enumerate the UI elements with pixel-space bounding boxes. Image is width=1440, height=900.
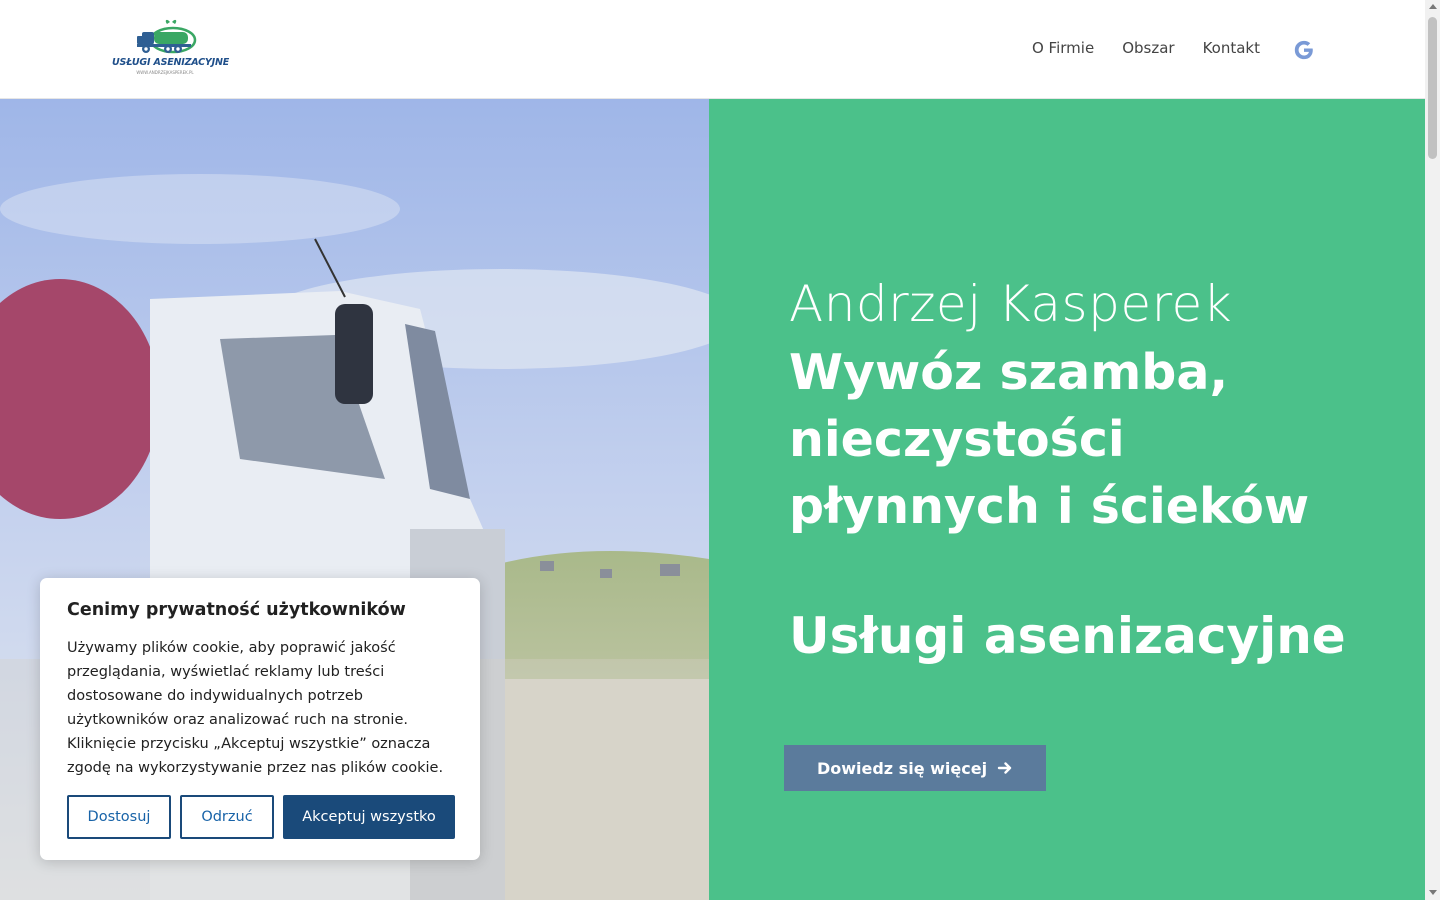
learn-more-label: Dowiedz się więcej <box>816 758 988 778</box>
reject-button[interactable]: Odrzuć <box>180 795 274 839</box>
arrow-right-icon <box>997 762 1012 774</box>
cookie-title: Cenimy prywatność użytkowników <box>67 600 406 620</box>
site-logo[interactable]: USŁUGI ASENIZACYJNE WWW.ANDRZEJKASPEREK.… <box>112 18 229 78</box>
hero-panel: Andrzej Kasperek Wywóz szamba, nieczysto… <box>709 99 1425 900</box>
nav-item-o-firmie[interactable]: O Firmie <box>1032 39 1094 57</box>
customize-button[interactable]: Dostosuj <box>67 795 171 839</box>
hero-subtitle: Usługi asenizacyjne <box>789 607 1346 665</box>
scroll-up-icon[interactable] <box>1429 4 1437 9</box>
learn-more-button[interactable]: Dowiedz się więcej <box>784 745 1046 791</box>
logo-text: USŁUGI ASENIZACYJNE <box>112 57 229 68</box>
page-scrollbar[interactable] <box>1425 0 1440 900</box>
nav-item-obszar[interactable]: Obszar <box>1122 39 1174 57</box>
nav-item-kontakt[interactable]: Kontakt <box>1203 39 1260 57</box>
hero-tagline: Wywóz szamba, nieczystości płynnych i śc… <box>789 344 1310 535</box>
hero-name: Andrzej Kasperek <box>789 275 1233 333</box>
cookie-description: Używamy plików cookie, aby poprawić jako… <box>67 640 444 776</box>
septic-truck-logo-icon <box>137 19 197 54</box>
scroll-down-icon[interactable] <box>1429 890 1437 895</box>
logo-url: WWW.ANDRZEJKASPEREK.PL <box>136 70 194 75</box>
scroll-thumb[interactable] <box>1428 17 1437 159</box>
google-icon[interactable] <box>1293 39 1315 61</box>
cookie-actions: Dostosuj Odrzuć Akceptuj wszystko <box>67 795 455 839</box>
site-header: USŁUGI ASENIZACYJNE WWW.ANDRZEJKASPEREK.… <box>0 0 1425 99</box>
cookie-consent-banner: Cenimy prywatność użytkowników Używamy p… <box>40 578 480 860</box>
accept-all-button[interactable]: Akceptuj wszystko <box>283 795 455 839</box>
main-nav: O Firmie Obszar Kontakt <box>1032 39 1260 57</box>
